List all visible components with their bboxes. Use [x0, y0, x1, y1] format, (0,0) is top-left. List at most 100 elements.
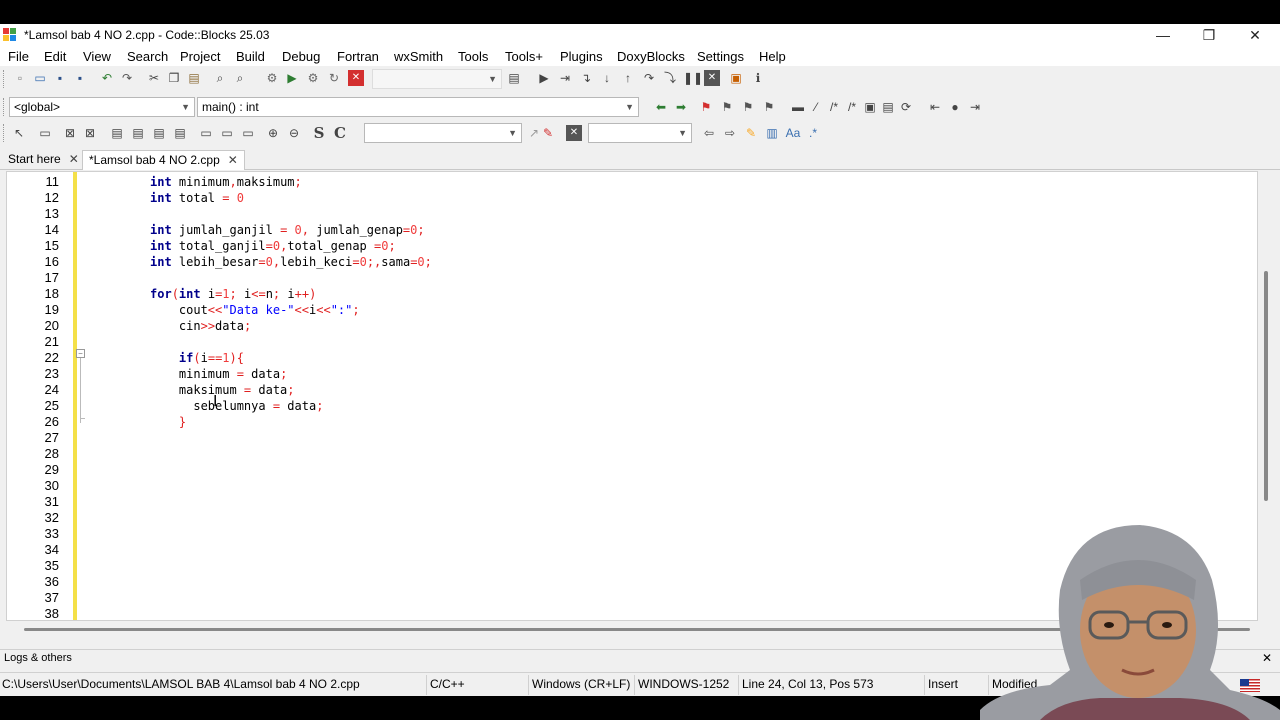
- code-text[interactable]: int lebih_besar=0,lebih_keci=0;,sama=0;: [150, 254, 432, 270]
- block-icon[interactable]: ▤: [130, 125, 146, 141]
- pause-icon[interactable]: ❚❚: [683, 70, 703, 86]
- search-combo[interactable]: ▼: [364, 123, 522, 143]
- rebuild-icon[interactable]: ↻: [326, 70, 342, 86]
- code-text[interactable]: int jumlah_ganjil = 0, jumlah_genap=0;: [150, 222, 425, 238]
- search-options-icon[interactable]: ✎: [540, 125, 556, 141]
- s-icon[interactable]: S: [311, 125, 327, 141]
- menu-search[interactable]: Search: [127, 49, 168, 64]
- menu-tools-plus[interactable]: Tools+: [505, 49, 543, 64]
- stop-debug-icon[interactable]: ✕: [704, 70, 720, 86]
- flow-icon[interactable]: ▭: [219, 125, 235, 141]
- convert-icon[interactable]: ▤: [880, 99, 896, 115]
- code-line[interactable]: 19 cout<<"Data ke-"<<i<<":";: [7, 302, 1257, 318]
- next-instruction-icon[interactable]: ↷: [641, 70, 657, 86]
- function-select[interactable]: main() : int ▼: [197, 97, 639, 117]
- code-line[interactable]: 30: [7, 478, 1257, 494]
- code-text[interactable]: maksimum = data;: [150, 382, 295, 398]
- tab-lamsol-bab-4-no-2[interactable]: *Lamsol bab 4 NO 2.cpp ✕: [82, 150, 245, 170]
- code-line[interactable]: 27: [7, 430, 1257, 446]
- code-line[interactable]: 28: [7, 446, 1257, 462]
- refresh-icon[interactable]: ⟳: [898, 99, 914, 115]
- stream-comment-icon[interactable]: /*: [844, 99, 860, 115]
- show-select-target-icon[interactable]: ▤: [506, 70, 522, 86]
- code-line[interactable]: 12 int total = 0: [7, 190, 1257, 206]
- block-icon[interactable]: ▤: [151, 125, 167, 141]
- close-icon[interactable]: ✕: [69, 152, 79, 166]
- code-text[interactable]: }: [150, 414, 186, 430]
- scroll-thumb[interactable]: [1264, 271, 1268, 501]
- find-previous-icon[interactable]: ⇦: [701, 125, 717, 141]
- rectangle-icon[interactable]: ▭: [37, 125, 53, 141]
- zoom-in-icon[interactable]: ⊕: [265, 125, 281, 141]
- build-and-run-icon[interactable]: ⚙: [305, 70, 321, 86]
- toggle-comment-icon[interactable]: /*: [826, 99, 842, 115]
- code-line[interactable]: 13: [7, 206, 1257, 222]
- close-icon[interactable]: ✕: [228, 153, 238, 167]
- match-case-icon[interactable]: Aa: [785, 125, 801, 141]
- code-line[interactable]: 23 minimum = data;: [7, 366, 1257, 382]
- code-text[interactable]: cin>>data;: [150, 318, 251, 334]
- previous-bookmark-icon[interactable]: ⚑: [719, 99, 735, 115]
- abort-icon[interactable]: ✕: [348, 70, 364, 86]
- toolbar-grip[interactable]: [3, 124, 6, 142]
- code-line[interactable]: 16 int lebih_besar=0,lebih_keci=0;,sama=0…: [7, 254, 1257, 270]
- copy-icon[interactable]: ❐: [166, 70, 182, 86]
- find-next-icon[interactable]: ⇨: [722, 125, 738, 141]
- highlight-icon[interactable]: ✎: [743, 125, 759, 141]
- code-text[interactable]: int total_ganjil=0,total_genap =0;: [150, 238, 396, 254]
- code-line[interactable]: 11 int minimum,maksimum;: [7, 174, 1257, 190]
- open-file-icon[interactable]: ▭: [32, 70, 48, 86]
- minimize-button[interactable]: —: [1140, 24, 1186, 46]
- menu-fortran[interactable]: Fortran: [337, 49, 379, 64]
- toolbar-grip[interactable]: [3, 98, 6, 116]
- info-icon[interactable]: ℹ: [750, 70, 766, 86]
- undo-icon[interactable]: ↶: [99, 70, 115, 86]
- decision-icon[interactable]: ⊠: [62, 125, 78, 141]
- close-window-button[interactable]: ✕: [1232, 24, 1278, 46]
- box-comment-icon[interactable]: ▣: [862, 99, 878, 115]
- code-line[interactable]: 25 sebelumnya = data;: [7, 398, 1257, 414]
- code-line[interactable]: 20 cin>>data;: [7, 318, 1257, 334]
- paste-icon[interactable]: ▤: [186, 70, 202, 86]
- block-icon[interactable]: ▤: [172, 125, 188, 141]
- code-line[interactable]: 22 if(i==1){: [7, 350, 1257, 366]
- flow-icon[interactable]: ▭: [240, 125, 256, 141]
- build-gear-icon[interactable]: ⚙: [264, 70, 280, 86]
- code-line[interactable]: 17: [7, 270, 1257, 286]
- jump-forward-icon[interactable]: ➡: [673, 99, 689, 115]
- search-scope-combo[interactable]: ▼: [588, 123, 692, 143]
- clear-search-icon[interactable]: ✕: [566, 125, 582, 141]
- menu-edit[interactable]: Edit: [44, 49, 66, 64]
- menu-wxsmith[interactable]: wxSmith: [394, 49, 443, 64]
- maximize-button[interactable]: ❐: [1186, 24, 1232, 46]
- step-out-icon[interactable]: ↑: [620, 70, 636, 86]
- run-to-cursor-icon[interactable]: ⇥: [557, 70, 573, 86]
- regex-icon[interactable]: .*: [805, 125, 821, 141]
- menu-plugins[interactable]: Plugins: [560, 49, 603, 64]
- save-all-icon[interactable]: ▪: [72, 70, 88, 86]
- loop-icon[interactable]: ⊠: [82, 125, 98, 141]
- debug-continue-icon[interactable]: ▶: [536, 70, 552, 86]
- menu-project[interactable]: Project: [180, 49, 220, 64]
- code-line[interactable]: 26 }: [7, 414, 1257, 430]
- code-line[interactable]: 21: [7, 334, 1257, 350]
- scope-select[interactable]: <global> ▼: [9, 97, 195, 117]
- c-icon[interactable]: C: [332, 125, 348, 141]
- jump-line-back-icon[interactable]: ⇤: [927, 99, 943, 115]
- code-line[interactable]: 15 int total_ganjil=0,total_genap =0;: [7, 238, 1257, 254]
- zoom-out-icon[interactable]: ⊖: [286, 125, 302, 141]
- build-target-select[interactable]: ▼: [372, 69, 502, 89]
- replace-icon[interactable]: ⌕: [232, 70, 248, 86]
- menu-doxyblocks[interactable]: DoxyBlocks: [617, 49, 685, 64]
- flow-icon[interactable]: ▭: [198, 125, 214, 141]
- block-icon[interactable]: ▤: [109, 125, 125, 141]
- code-line[interactable]: 18 for(int i=1; i<=n; i++): [7, 286, 1257, 302]
- step-into-instruction-icon[interactable]: ⤵: [662, 70, 678, 86]
- menu-help[interactable]: Help: [759, 49, 786, 64]
- uncomment-icon[interactable]: ⁄: [808, 99, 824, 115]
- code-line[interactable]: 14 int jumlah_ganjil = 0, jumlah_genap=0;: [7, 222, 1257, 238]
- jump-line-forward-icon[interactable]: ⇥: [967, 99, 983, 115]
- toolbar-grip[interactable]: [3, 70, 6, 88]
- next-line-icon[interactable]: ↴: [578, 70, 594, 86]
- run-icon[interactable]: ▶: [284, 70, 300, 86]
